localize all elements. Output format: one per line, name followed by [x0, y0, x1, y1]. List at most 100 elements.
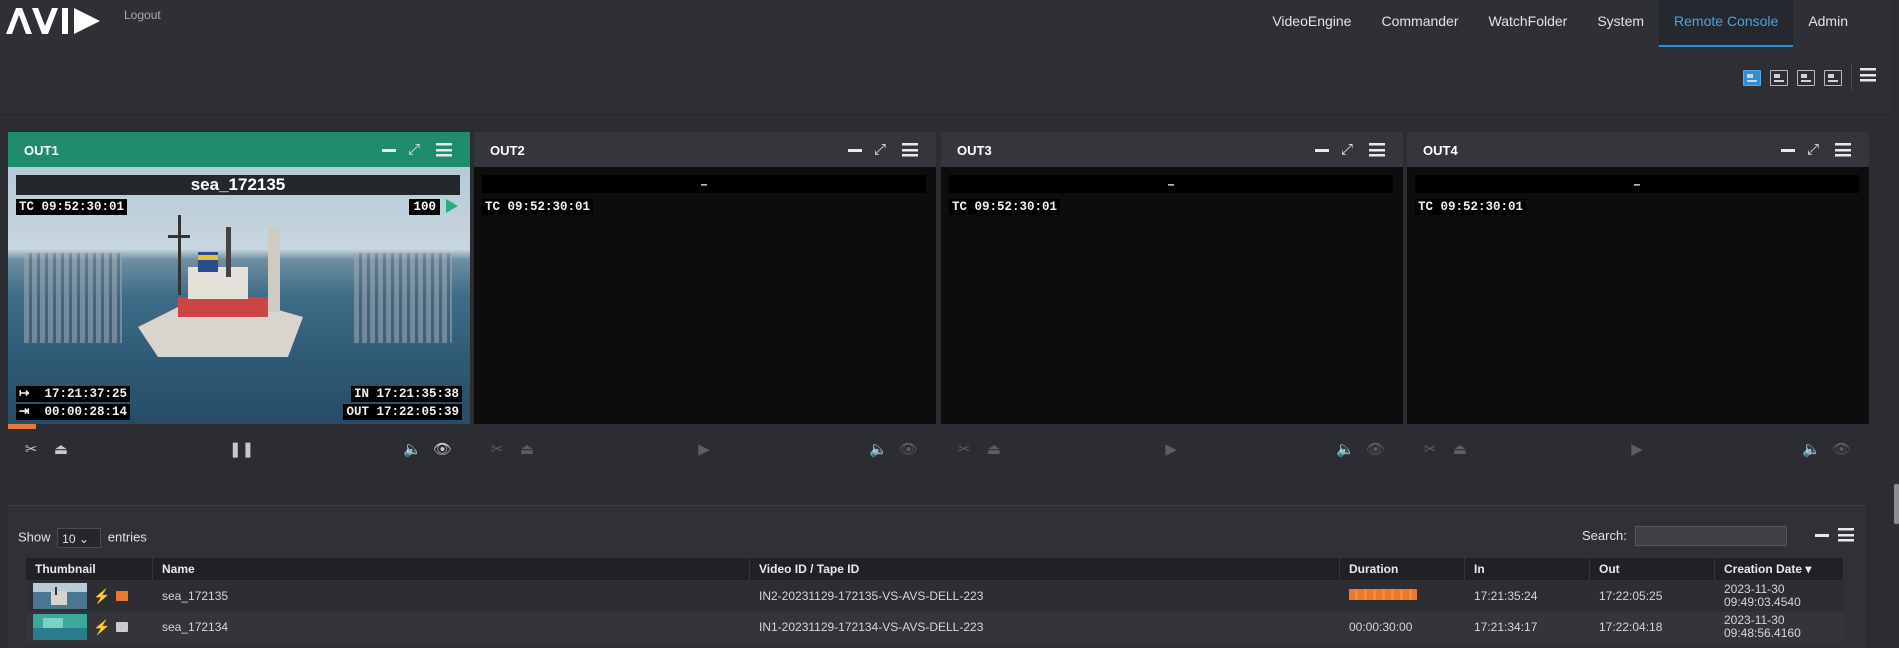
unlink-icon[interactable]: ✂	[22, 441, 40, 459]
clip-name: –	[1415, 175, 1859, 193]
col-name[interactable]: Name	[153, 558, 750, 580]
layout-list-icon[interactable]	[1797, 70, 1815, 86]
col-in[interactable]: In	[1465, 558, 1590, 580]
expand-icon[interactable]: ⤢	[874, 142, 890, 158]
play-status-icon	[446, 199, 458, 213]
toolbar-menu-icon[interactable]	[1860, 68, 1876, 82]
clip-name: –	[949, 175, 1393, 193]
duration-cell	[1340, 589, 1465, 603]
play-icon[interactable]: ▶	[1628, 441, 1646, 459]
eject-icon[interactable]: ⏏	[1451, 441, 1469, 459]
nav-watchfolder[interactable]: WatchFolder	[1474, 0, 1583, 47]
minimize-icon[interactable]	[1781, 148, 1795, 152]
table-row[interactable]: ⚡ sea_172135 IN2-20231129-172135-VS-AVS-…	[26, 581, 1844, 611]
player-controls: ✂ ⏏ ▶ 🔈 👁	[474, 429, 936, 470]
volume-icon[interactable]: 🔈	[1802, 441, 1821, 459]
minimize-icon[interactable]	[1315, 148, 1329, 152]
player-out2: OUT2 ⤢ – TC 09:52:30:01 ✂ ⏏ ▶ 🔈 👁	[474, 132, 936, 470]
layout-single-icon[interactable]	[1743, 70, 1761, 86]
thumbnail-cell: ⚡	[26, 614, 153, 640]
col-duration[interactable]: Duration	[1340, 558, 1465, 580]
recording-bolt-icon: ⚡	[93, 587, 111, 604]
bolt-icon: ⚡	[93, 618, 111, 635]
video-preview: sea_172135 TC 09:52:30:01 100 ↦ 17:21:37…	[8, 167, 470, 424]
volume-icon[interactable]: 🔈	[1336, 441, 1355, 459]
layout-toolbar	[0, 48, 1899, 115]
volume-icon[interactable]: 🔈	[869, 441, 888, 459]
table-menu-icon[interactable]	[1838, 528, 1854, 542]
layout-split-icon[interactable]	[1770, 70, 1788, 86]
in-point: IN 17:21:35:38	[350, 386, 462, 402]
player-menu-icon[interactable]	[1369, 143, 1385, 157]
nav-remote-console[interactable]: Remote Console	[1659, 0, 1794, 47]
elapsed-icon: ↦	[19, 387, 30, 401]
nav-admin[interactable]: Admin	[1793, 0, 1863, 47]
eject-icon[interactable]: ⏏	[985, 441, 1003, 459]
page-size-select[interactable]: 10 ⌄	[57, 528, 102, 548]
toolbar-divider	[1851, 64, 1852, 90]
player-menu-icon[interactable]	[1835, 143, 1851, 157]
eye-icon[interactable]: 👁	[1366, 441, 1385, 459]
player-menu-icon[interactable]	[436, 143, 452, 157]
play-icon[interactable]: ▶	[1162, 441, 1180, 459]
layout-switcher	[1743, 70, 1842, 86]
logout-link[interactable]: Logout	[124, 8, 161, 22]
unlink-icon[interactable]: ✂	[1421, 441, 1439, 459]
timecode: TC 09:52:30:01	[482, 199, 594, 215]
scrollbar-track	[1891, 0, 1899, 647]
out-cell: 17:22:04:18	[1599, 620, 1663, 634]
layout-grid-icon[interactable]	[1824, 70, 1842, 86]
show-label: Show	[18, 529, 51, 545]
nav-videoengine[interactable]: VideoEngine	[1257, 0, 1366, 47]
avid-logo	[6, 8, 100, 34]
expand-icon[interactable]: ⤢	[1807, 142, 1823, 158]
col-creation-date[interactable]: Creation Date ▾	[1715, 558, 1844, 580]
timecode: TC 09:52:30:01	[16, 199, 128, 215]
sort-desc-icon: ▾	[1805, 562, 1812, 576]
col-creation-date-label: Creation Date	[1724, 562, 1803, 576]
page-size-value: 10	[62, 532, 76, 546]
player-header: OUT1 ⤢	[8, 132, 470, 167]
eject-icon[interactable]: ⏏	[52, 441, 70, 459]
unlink-icon[interactable]: ✂	[488, 441, 506, 459]
elapsed-time: ↦ 17:21:37:25	[16, 386, 131, 402]
minimize-icon[interactable]	[382, 148, 396, 152]
expand-icon[interactable]: ⤢	[408, 142, 424, 158]
lock-icon[interactable]	[116, 622, 129, 632]
col-video-id[interactable]: Video ID / Tape ID	[750, 558, 1340, 580]
scrollbar-thumb[interactable]	[1894, 484, 1899, 524]
timecode: TC 09:52:30:01	[1415, 199, 1527, 215]
player-menu-icon[interactable]	[902, 143, 918, 157]
player-header: OUT4 ⤢	[1407, 132, 1869, 167]
table-header: Thumbnail Name Video ID / Tape ID Durati…	[26, 558, 1844, 580]
eye-icon[interactable]: 👁	[1832, 441, 1851, 459]
remaining-icon: ⇥	[19, 405, 30, 419]
search-label: Search:	[1582, 528, 1627, 543]
eye-icon[interactable]: 👁	[899, 441, 918, 459]
player-title: OUT4	[1423, 143, 1458, 158]
col-thumbnail[interactable]: Thumbnail	[26, 558, 153, 580]
search-input[interactable]	[1635, 526, 1787, 546]
nav-system[interactable]: System	[1582, 0, 1659, 47]
volume-icon[interactable]: 🔈	[403, 441, 422, 459]
nav-commander[interactable]: Commander	[1366, 0, 1473, 47]
in-cell: 17:21:35:24	[1474, 589, 1538, 603]
eject-icon[interactable]: ⏏	[518, 441, 536, 459]
expand-icon[interactable]: ⤢	[1341, 142, 1357, 158]
minimize-icon[interactable]	[848, 148, 862, 152]
pause-icon[interactable]: ❚❚	[229, 441, 254, 459]
clip-name-cell: sea_172135	[162, 589, 229, 603]
player-title: OUT3	[957, 143, 992, 158]
top-nav-bar: Logout VideoEngine Commander WatchFolder…	[0, 0, 1899, 49]
creation-date-cell: 2023-11-30 09:48:56.4160	[1715, 614, 1844, 640]
unlink-icon[interactable]: ✂	[955, 441, 973, 459]
minimize-icon[interactable]	[1815, 534, 1829, 537]
play-icon[interactable]: ▶	[695, 441, 713, 459]
col-out[interactable]: Out	[1590, 558, 1715, 580]
eye-icon[interactable]: 👁	[433, 441, 452, 459]
lock-icon[interactable]	[116, 591, 129, 601]
video-preview: – TC 09:52:30:01	[1407, 167, 1869, 424]
table-row[interactable]: ⚡ sea_172134 IN1-20231129-172134-VS-AVS-…	[26, 612, 1844, 642]
main-nav: VideoEngine Commander WatchFolder System…	[1257, 0, 1899, 48]
timecode: TC 09:52:30:01	[949, 199, 1061, 215]
